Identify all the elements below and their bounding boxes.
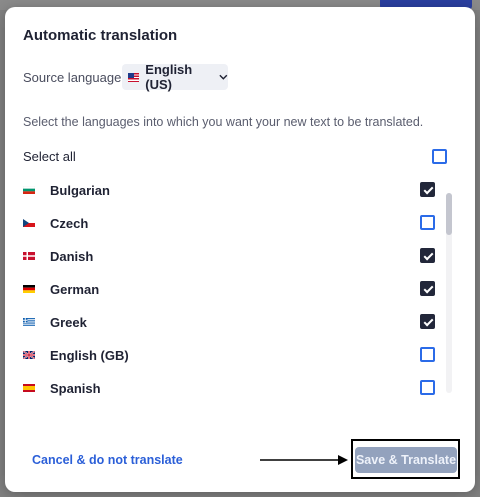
language-checkbox[interactable] (420, 281, 435, 296)
language-checkbox[interactable] (420, 182, 435, 197)
language-checkbox[interactable] (420, 248, 435, 263)
scrollbar-thumb[interactable] (446, 193, 452, 235)
flag-de-icon (23, 285, 35, 293)
language-row[interactable]: Greek (5, 305, 455, 338)
instructions-text: Select the languages into which you want… (23, 115, 424, 129)
flag-us-icon (128, 72, 140, 82)
flag-gb-icon (23, 351, 35, 359)
language-label: Greek (50, 315, 87, 330)
flag-es-icon (23, 384, 35, 392)
language-label: German (50, 282, 100, 297)
language-list: Bulgarian Czech Danish German Greek Engl… (5, 173, 455, 407)
arrow-right-icon (260, 455, 348, 465)
language-row[interactable]: Czech (5, 206, 455, 239)
source-language-select[interactable]: English (US) (122, 62, 228, 92)
language-row[interactable]: Spanish (5, 371, 455, 404)
flag-cz-icon (23, 219, 35, 227)
language-label: Spanish (50, 381, 101, 396)
language-row[interactable]: English (GB) (5, 338, 455, 371)
flag-bg-icon (23, 186, 35, 194)
translation-dialog: Automatic translation Source language: E… (5, 7, 475, 492)
language-checkbox[interactable] (420, 314, 435, 329)
language-row[interactable]: German (5, 272, 455, 305)
language-row[interactable]: Danish (5, 239, 455, 272)
language-label: English (GB) (50, 348, 129, 363)
select-all-checkbox[interactable] (432, 149, 447, 164)
language-checkbox[interactable] (420, 380, 435, 395)
language-row[interactable]: Bulgarian (5, 173, 455, 206)
language-label: Czech (50, 216, 89, 231)
language-list-scrollbar[interactable] (446, 193, 452, 393)
select-all-label: Select all (23, 149, 76, 164)
save-and-translate-button[interactable]: Save & Translate (355, 447, 457, 473)
source-language-label: Source language: (23, 70, 125, 85)
language-label: Bulgarian (50, 183, 110, 198)
language-checkbox[interactable] (420, 347, 435, 362)
flag-dk-icon (23, 252, 35, 260)
language-checkbox[interactable] (420, 215, 435, 230)
cancel-link[interactable]: Cancel & do not translate (32, 453, 183, 467)
language-label: Danish (50, 249, 94, 264)
chevron-down-icon (219, 74, 228, 80)
flag-gr-icon (23, 318, 35, 326)
dialog-title: Automatic translation (23, 27, 178, 44)
source-language-value: English (US) (145, 62, 193, 92)
